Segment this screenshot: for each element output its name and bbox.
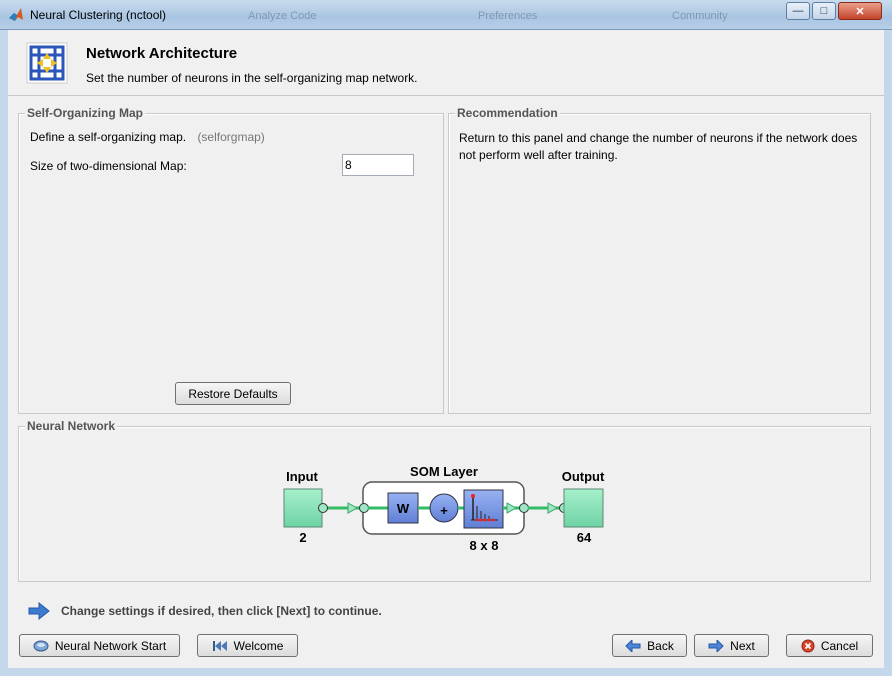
background-menu-item: Analyze Code <box>248 10 317 22</box>
next-button-label: Next <box>730 638 755 653</box>
page-subtitle: Set the number of neurons in the self-or… <box>86 71 418 85</box>
background-menu-item: Community <box>672 10 728 22</box>
input-port-icon <box>318 503 328 513</box>
map-size-label: Size of two-dimensional Map: <box>30 159 187 173</box>
window-frame: Network Architecture Set the number of n… <box>0 30 892 676</box>
close-icon: ✕ <box>855 5 865 18</box>
som-panel-legend: Self-Organizing Map <box>25 106 146 120</box>
minimize-icon: — <box>792 5 804 17</box>
recommendation-legend: Recommendation <box>455 106 560 120</box>
back-button-label: Back <box>647 638 674 653</box>
start-icon <box>33 640 49 651</box>
minimize-button[interactable]: — <box>786 2 810 20</box>
welcome-button-label: Welcome <box>233 638 284 653</box>
som-panel: Self-Organizing Map Define a self-organi… <box>18 106 444 414</box>
layer-size: 8 x 8 <box>470 538 499 553</box>
output-node <box>563 488 604 528</box>
competitive-transfer-icon <box>463 489 504 529</box>
back-button[interactable]: Back <box>612 634 687 657</box>
layer-in-port-icon <box>359 503 369 513</box>
welcome-button[interactable]: Welcome <box>197 634 298 657</box>
input-node <box>283 488 323 528</box>
layer-out-port-icon <box>519 503 529 513</box>
rewind-icon <box>212 640 227 651</box>
cancel-button-label: Cancel <box>820 638 859 653</box>
sum-symbol: + <box>440 503 448 518</box>
next-button[interactable]: Next <box>694 634 769 657</box>
neural-network-start-button[interactable]: Neural Network Start <box>19 634 180 657</box>
recommendation-text: Return to this panel and change the numb… <box>459 131 858 162</box>
cancel-button[interactable]: Cancel <box>786 634 873 657</box>
layer-label: SOM Layer <box>410 464 478 479</box>
output-label: Output <box>562 469 605 484</box>
matlab-icon <box>9 8 23 21</box>
restore-defaults-label: Restore Defaults <box>188 386 278 401</box>
back-arrow-icon <box>625 639 641 652</box>
maximize-icon: □ <box>820 5 828 17</box>
restore-defaults-button[interactable]: Restore Defaults <box>175 382 291 405</box>
hint-text: Change settings if desired, then click [… <box>61 604 382 618</box>
function-name: (selforgmap) <box>197 130 265 144</box>
input-size: 2 <box>299 530 306 545</box>
output-size: 64 <box>577 530 592 545</box>
title-bar: Neural Clustering (nctool) Analyze Code … <box>0 0 892 30</box>
neural-network-legend: Neural Network <box>25 419 118 433</box>
close-window-button[interactable]: ✕ <box>838 2 882 20</box>
maximize-button[interactable]: □ <box>812 2 836 20</box>
next-arrow-icon <box>708 639 724 652</box>
right-arrow-icon <box>28 602 50 620</box>
dialog-body: Network Architecture Set the number of n… <box>8 30 884 668</box>
define-map-label: Define a self-organizing map. (selforgma… <box>30 130 265 144</box>
define-map-text: Define a self-organizing map. <box>30 130 187 144</box>
page-title: Network Architecture <box>86 45 238 62</box>
page-header: Network Architecture Set the number of n… <box>8 30 884 96</box>
cancel-icon <box>801 639 815 652</box>
start-button-label: Neural Network Start <box>54 638 167 653</box>
map-size-input[interactable] <box>342 154 414 176</box>
recommendation-panel: Recommendation Return to this panel and … <box>448 106 871 414</box>
input-label: Input <box>286 469 318 484</box>
network-architecture-icon <box>26 42 68 84</box>
background-menu-item: Preferences <box>478 10 538 22</box>
weight-symbol: W <box>397 501 410 516</box>
window-title: Neural Clustering (nctool) <box>30 8 167 22</box>
